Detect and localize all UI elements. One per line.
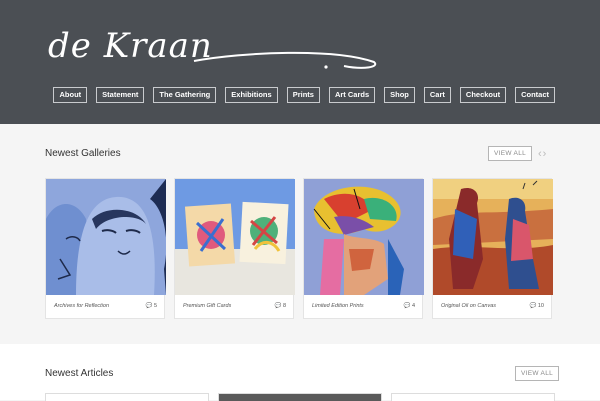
- gallery-image-archives[interactable]: [46, 179, 166, 295]
- gallery-cards: Archives for Reflection 💬 5 Premium Gift…: [45, 178, 553, 319]
- nav-about[interactable]: About: [53, 87, 88, 103]
- gallery-card[interactable]: Original Oil on Canvas 💬 10: [432, 178, 553, 319]
- gallery-image-gift-cards[interactable]: [175, 179, 295, 295]
- nav-shop[interactable]: Shop: [384, 87, 415, 103]
- galleries-title: Newest Galleries: [45, 148, 121, 159]
- articles-title: Newest Articles: [45, 368, 114, 379]
- gallery-count: 💬 4: [403, 303, 415, 309]
- nav-exhibitions[interactable]: Exhibitions: [225, 87, 278, 103]
- gallery-count-value: 4: [411, 303, 415, 309]
- gallery-count: 💬 10: [529, 303, 544, 309]
- article-cards: [45, 393, 555, 401]
- main-nav: About Statement The Gathering Exhibition…: [53, 87, 555, 103]
- gallery-caption[interactable]: Limited Edition Prints: [312, 303, 364, 309]
- gallery-nav-arrows[interactable]: ‹›: [538, 148, 547, 160]
- gallery-count: 💬 8: [274, 303, 286, 309]
- galleries-view-all-button[interactable]: VIEW ALL: [488, 146, 533, 161]
- nav-prints[interactable]: Prints: [286, 87, 320, 103]
- gallery-count-value: 8: [282, 303, 286, 309]
- nav-checkout[interactable]: Checkout: [459, 87, 507, 103]
- nav-contact[interactable]: Contact: [515, 87, 555, 103]
- gallery-caption[interactable]: Original Oil on Canvas: [441, 303, 496, 309]
- gallery-caption[interactable]: Archives for Reflection: [54, 303, 109, 309]
- gallery-card[interactable]: Limited Edition Prints 💬 4: [303, 178, 424, 319]
- gallery-count-value: 5: [153, 303, 157, 309]
- nav-cart[interactable]: Cart: [423, 87, 451, 103]
- nav-art-cards[interactable]: Art Cards: [328, 87, 376, 103]
- articles-view-all-button[interactable]: VIEW ALL: [515, 366, 560, 381]
- gallery-card[interactable]: Premium Gift Cards 💬 8: [174, 178, 295, 319]
- gallery-caption[interactable]: Premium Gift Cards: [183, 303, 231, 309]
- gallery-image-original-oil[interactable]: [433, 179, 553, 295]
- gallery-count: 💬 5: [145, 303, 157, 309]
- gallery-image-limited-prints[interactable]: [304, 179, 424, 295]
- gallery-count-value: 10: [537, 303, 544, 309]
- nav-the-gathering[interactable]: The Gathering: [153, 87, 217, 103]
- nav-statement[interactable]: Statement: [96, 87, 145, 103]
- logo-swash: [193, 51, 377, 69]
- gallery-card[interactable]: Archives for Reflection 💬 5: [45, 178, 166, 319]
- site-logo[interactable]: de Kraan: [44, 26, 384, 76]
- site-header: de Kraan About Statement The Gathering E…: [0, 0, 600, 124]
